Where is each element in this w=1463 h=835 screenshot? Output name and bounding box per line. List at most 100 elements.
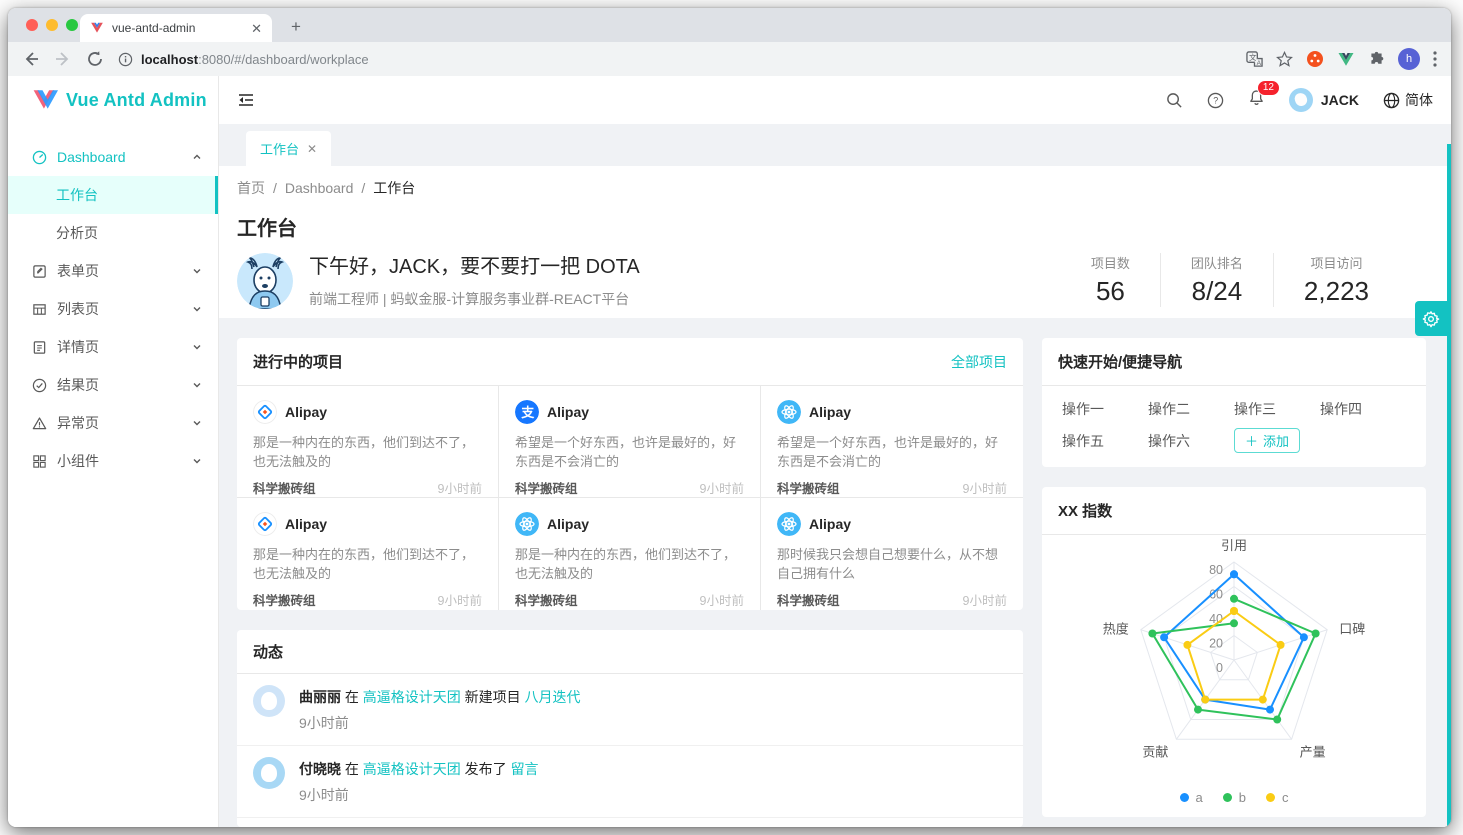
- quick-nav-header: 快速开始/便捷导航: [1042, 338, 1426, 386]
- back-icon[interactable]: [22, 50, 40, 68]
- search-icon[interactable]: [1166, 92, 1183, 109]
- toolbar-right: 文 A h: [1246, 48, 1437, 70]
- bookmark-star-icon[interactable]: [1276, 51, 1293, 68]
- menu-fold-icon[interactable]: [237, 91, 255, 109]
- chevron-down-icon: [192, 342, 202, 352]
- project-group[interactable]: 科学搬砖组: [777, 478, 840, 497]
- vue-devtools-icon[interactable]: [1337, 50, 1355, 68]
- notifications-button[interactable]: 12: [1248, 89, 1265, 111]
- page-tab-close-icon[interactable]: ✕: [307, 142, 317, 156]
- language-switcher[interactable]: 简体: [1383, 90, 1433, 110]
- breadcrumb-dashboard[interactable]: Dashboard: [285, 180, 354, 196]
- chevron-up-icon: [192, 152, 202, 162]
- project-group[interactable]: 科学搬砖组: [777, 590, 840, 609]
- sidebar-item-list[interactable]: 列表页: [8, 290, 218, 328]
- sidebar-item-profile[interactable]: 详情页: [8, 328, 218, 366]
- breadcrumb-home[interactable]: 首页: [237, 178, 265, 198]
- browser-window: vue-antd-admin ✕ + localhost:8080/#/dash…: [8, 8, 1451, 827]
- chevron-down-icon: [192, 266, 202, 276]
- activity-item: [237, 818, 1023, 827]
- profile-avatar[interactable]: h: [1398, 48, 1420, 70]
- project-group[interactable]: 科学搬砖组: [253, 590, 316, 609]
- right-column: 快速开始/便捷导航 操作一 操作二 操作三 操作四 操作五 操作六 ＋添加: [1042, 338, 1426, 827]
- project-group[interactable]: 科学搬砖组: [253, 478, 316, 497]
- project-group[interactable]: 科学搬砖组: [515, 478, 578, 497]
- quick-link-6[interactable]: 操作六: [1148, 431, 1234, 451]
- project-card[interactable]: Alipay 希望是一个好东西，也许是最好的，好东西是不会消亡的 科学搬砖组9小…: [761, 386, 1023, 498]
- project-card[interactable]: Alipay 那是一种内在的东西，他们到达不了，也无法触及的 科学搬砖组9小时前: [499, 498, 761, 610]
- forward-icon[interactable]: [54, 50, 72, 68]
- sidebar-item-label: 异常页: [57, 413, 182, 433]
- legend-item-b[interactable]: b: [1223, 790, 1246, 805]
- add-quick-link-button[interactable]: ＋添加: [1234, 428, 1300, 453]
- chevron-down-icon: [192, 304, 202, 314]
- extensions-puzzle-icon[interactable]: [1368, 51, 1385, 68]
- quick-link-3[interactable]: 操作三: [1234, 399, 1320, 419]
- quick-link-4[interactable]: 操作四: [1320, 399, 1406, 419]
- activity-object-link[interactable]: 留言: [511, 761, 539, 777]
- browser-tab[interactable]: vue-antd-admin ✕: [80, 14, 272, 42]
- activity-user[interactable]: 付晓晓: [299, 761, 341, 777]
- chevron-down-icon: [192, 380, 202, 390]
- project-group[interactable]: 科学搬砖组: [515, 590, 578, 609]
- activity-user[interactable]: 曲丽丽: [299, 689, 341, 705]
- vue-favicon-icon: [90, 21, 104, 35]
- activities-card-header: 动态: [237, 630, 1023, 674]
- activity-object-link[interactable]: 八月迭代: [525, 689, 581, 705]
- stat-projects: 项目数 56: [1061, 253, 1160, 307]
- breadcrumb-current: 工作台: [373, 178, 415, 198]
- settings-gear-button[interactable]: [1415, 301, 1447, 336]
- stat-value: 2,223: [1304, 276, 1369, 307]
- sidebar-item-label: 详情页: [57, 337, 182, 357]
- project-name[interactable]: Alipay: [547, 516, 589, 532]
- project-name[interactable]: Alipay: [547, 404, 589, 420]
- sidebar-item-result[interactable]: 结果页: [8, 366, 218, 404]
- quick-link-5[interactable]: 操作五: [1062, 431, 1148, 451]
- project-card[interactable]: Alipay 那时候我只会想自己想要什么，从不想自己拥有什么 科学搬砖组9小时前: [761, 498, 1023, 610]
- svg-text:产量: 产量: [1300, 744, 1326, 759]
- sidebar-item-workplace[interactable]: 工作台: [8, 176, 218, 214]
- extension-orange-icon[interactable]: [1306, 50, 1324, 68]
- all-projects-link[interactable]: 全部项目: [951, 352, 1007, 372]
- help-icon[interactable]: ?: [1207, 92, 1224, 109]
- legend-item-a[interactable]: a: [1180, 790, 1203, 805]
- translate-icon[interactable]: 文 A: [1246, 51, 1263, 68]
- project-name[interactable]: Alipay: [809, 516, 851, 532]
- sidebar-item-analysis[interactable]: 分析页: [8, 214, 218, 252]
- reload-icon[interactable]: [86, 50, 104, 68]
- site-info-icon[interactable]: [118, 52, 133, 67]
- project-card[interactable]: Alipay 那是一种内在的东西，他们到达不了，也无法触及的 科学搬砖组9小时前: [237, 498, 499, 610]
- project-card[interactable]: Alipay 那是一种内在的东西，他们到达不了，也无法触及的 科学搬砖组9小时前: [237, 386, 499, 498]
- url-text[interactable]: localhost:8080/#/dashboard/workplace: [141, 52, 369, 67]
- page-tab-workplace[interactable]: 工作台 ✕: [246, 131, 331, 166]
- address-bar[interactable]: localhost:8080/#/dashboard/workplace: [118, 52, 1234, 67]
- tab-close-icon[interactable]: ✕: [251, 22, 262, 35]
- user-menu[interactable]: JACK: [1289, 88, 1359, 112]
- stat-label: 项目访问: [1304, 253, 1369, 272]
- project-name[interactable]: Alipay: [285, 516, 327, 532]
- legend-item-c[interactable]: c: [1266, 790, 1289, 805]
- quick-link-1[interactable]: 操作一: [1062, 399, 1148, 419]
- settings-drawer-edge[interactable]: [1447, 144, 1451, 827]
- project-name[interactable]: Alipay: [809, 404, 851, 420]
- stat-value: 56: [1091, 276, 1130, 307]
- minimize-window-button[interactable]: [46, 19, 58, 31]
- sidebar-item-exception[interactable]: 异常页: [8, 404, 218, 442]
- project-card[interactable]: 支 Alipay 希望是一个好东西，也许是最好的，好东西是不会消亡的 科学搬砖组…: [499, 386, 761, 498]
- quick-link-2[interactable]: 操作二: [1148, 399, 1234, 419]
- sidebar-item-dashboard[interactable]: Dashboard: [8, 138, 218, 176]
- close-window-button[interactable]: [26, 19, 38, 31]
- project-time: 9小时前: [438, 478, 482, 497]
- activity-target-link[interactable]: 高逼格设计天团: [363, 689, 461, 705]
- activity-target-link[interactable]: 高逼格设计天团: [363, 761, 461, 777]
- svg-text:口碑: 口碑: [1339, 622, 1365, 637]
- app-logo[interactable]: Vue Antd Admin: [8, 76, 218, 124]
- browser-menu-icon[interactable]: [1433, 51, 1437, 67]
- sidebar-item-form[interactable]: 表单页: [8, 252, 218, 290]
- project-name[interactable]: Alipay: [285, 404, 327, 420]
- new-tab-button[interactable]: +: [284, 15, 308, 39]
- sidebar-item-widgets[interactable]: 小组件: [8, 442, 218, 480]
- browser-tab-title: vue-antd-admin: [112, 21, 243, 35]
- maximize-window-button[interactable]: [66, 19, 78, 31]
- url-path: :8080/#/dashboard/workplace: [198, 52, 369, 67]
